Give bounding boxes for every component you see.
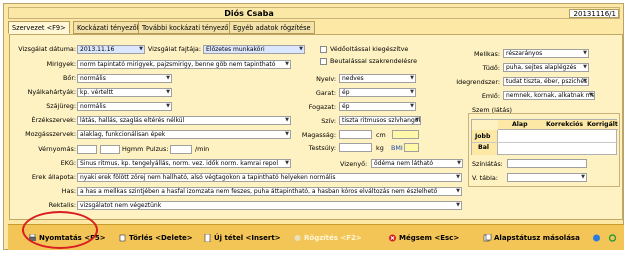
grid-col-alap: Alap xyxy=(512,121,528,128)
vedooltas-checkbox[interactable] xyxy=(320,46,327,53)
exam-date-label: Vizsgálat dátuma: xyxy=(18,45,76,53)
szinlatas-field[interactable] xyxy=(507,159,587,168)
idegrendszer-field[interactable]: tudat tiszta, éber, pszichés xyxy=(503,77,589,86)
emlo-field[interactable]: nemnek, kornak, alkatnak megfelelő xyxy=(503,91,595,100)
copy-base-status-button[interactable]: Alapstátusz másolása xyxy=(483,233,580,242)
magassag-field[interactable] xyxy=(339,130,372,139)
fogazat-label: Fogazat: xyxy=(308,103,336,111)
vtabla-field[interactable] xyxy=(507,173,587,182)
record-id-field: 20131116/1 xyxy=(569,9,619,18)
save-button[interactable]: Rögzítés <F2> xyxy=(293,234,362,242)
fogazat-field[interactable]: ép xyxy=(339,102,416,111)
copy-icon xyxy=(483,233,492,242)
emlo-label: Emlő: xyxy=(481,92,500,100)
mirigyek-field[interactable]: norm tapintató mirigyek, pajzsmirigy, be… xyxy=(77,60,291,69)
new-document-icon xyxy=(203,233,212,243)
szajureg-label: Szájüreg: xyxy=(46,102,76,110)
mozgasszervek-label: Mozgásszervek: xyxy=(25,130,76,138)
help-icon xyxy=(592,234,601,242)
bmi-label: BMI xyxy=(391,144,403,152)
hgmm-unit: Hgmm xyxy=(122,145,144,153)
vtabla-label: V. tábla: xyxy=(472,174,498,182)
per-min-unit: /min xyxy=(195,145,210,153)
save-icon xyxy=(293,234,302,242)
highlight-circle xyxy=(22,211,98,249)
tudo-field[interactable]: puha, sejtes alaplégzés xyxy=(503,63,589,72)
nyelv-field[interactable]: nedves xyxy=(339,74,416,83)
rektalis-field[interactable]: vizsgálatot nem végeztünk xyxy=(77,201,462,210)
testsuly-label: Testsúly: xyxy=(308,144,336,152)
pulzus-field[interactable] xyxy=(170,145,192,154)
beutalas-label: Beutalással szakrendelésre xyxy=(330,57,418,65)
help-button[interactable] xyxy=(592,234,603,242)
delete-button[interactable]: Törlés <Delete> xyxy=(118,234,193,242)
garat-field[interactable]: ép xyxy=(339,88,416,97)
szinlatas-label: Színlátás: xyxy=(472,160,503,168)
tab-tovabbi-kockazati[interactable]: További kockázati tényezők xyxy=(138,21,237,34)
grid-row-bal: Bal xyxy=(478,144,490,151)
szajureg-field[interactable]: normális xyxy=(77,102,172,111)
rektalis-label: Rektalis: xyxy=(48,201,76,209)
tab-egyeb-adatok[interactable]: Egyéb adatok rögzítése xyxy=(229,21,315,34)
erek-field[interactable]: nyaki erek fölött zörej nem hallható, al… xyxy=(77,173,462,182)
sziv-field[interactable]: tiszta ritmusos szívhangok xyxy=(339,116,421,125)
ekg-field[interactable]: Sinus ritmus, kp. tengelyállás, norm. ve… xyxy=(77,159,291,168)
erzekszervek-field[interactable]: látás, hallás, szaglás eltérés nélkül xyxy=(77,116,291,125)
refresh-icon xyxy=(608,234,617,242)
bor-field[interactable]: normális xyxy=(77,74,172,83)
ekg-label: EKG: xyxy=(60,159,76,167)
has-field[interactable]: a has a mellkas szintjében a hasfal izom… xyxy=(77,187,462,196)
exam-type-label: Vizsgálat fajtája: xyxy=(147,45,201,53)
eye-grid: Alap Korrekciós Korrigált Jobb Bal xyxy=(471,119,618,155)
vizenyo-field[interactable]: ödéma nem látható xyxy=(371,159,463,168)
cancel-button[interactable]: Mégsem <Esc> xyxy=(388,234,459,242)
exam-type-field[interactable]: Előzetes munkaköri xyxy=(203,45,305,54)
vernyomas-sys-field[interactable] xyxy=(77,145,97,154)
grid-col-korrekcios: Korrekciós xyxy=(546,121,584,128)
nyalkahartyak-field[interactable]: kp. vérteltt xyxy=(77,88,172,97)
new-item-button[interactable]: Új tétel <Insert> xyxy=(203,233,281,243)
garat-label: Garat: xyxy=(315,89,336,97)
grid-col-korrigalt: Korrigált xyxy=(587,121,618,128)
has-label: Has: xyxy=(61,187,76,195)
refresh-button[interactable] xyxy=(608,234,619,242)
delete-icon xyxy=(118,234,127,242)
kg-unit: kg xyxy=(376,144,384,152)
sziv-label: Szív: xyxy=(321,117,336,125)
mellkas-field[interactable]: részarányos xyxy=(503,49,589,58)
mozgasszervek-field[interactable]: alaklag, funkcionálisan épek xyxy=(77,130,291,139)
title-bar: Diós Csaba 20131116/1 xyxy=(8,7,620,19)
vernyomas-label: Vérnyomás: xyxy=(38,145,76,153)
erek-label: Erek állapota: xyxy=(31,173,76,181)
cm-unit: cm xyxy=(376,131,386,139)
magassag-extra-field[interactable] xyxy=(392,130,419,139)
vedooltas-label: Védőoltással kiegészítve xyxy=(330,45,409,53)
tudo-label: Tüdő: xyxy=(482,64,500,72)
vizenyo-label: Vizenyő: xyxy=(340,160,368,168)
pulzus-label: Pulzus: xyxy=(146,145,169,153)
grid-row-jobb: Jobb xyxy=(475,133,491,140)
mirigyek-label: Mirigyek: xyxy=(46,60,76,68)
nyalkahartyak-label: Nyálkahártyák: xyxy=(27,88,76,96)
cancel-icon xyxy=(388,234,397,242)
idegrendszer-label: Idegrendszer: xyxy=(456,78,500,86)
beutalas-checkbox[interactable] xyxy=(320,58,327,65)
vernyomas-dia-field[interactable] xyxy=(100,145,120,154)
window: Diós Csaba 20131116/1 Szervezet <F9> Koc… xyxy=(3,3,624,250)
bmi-field[interactable] xyxy=(404,143,419,152)
tab-szervezet[interactable]: Szervezet <F9> xyxy=(8,21,70,34)
testsuly-field[interactable] xyxy=(339,143,372,152)
exam-panel: Vizsgálat dátuma: 2013.11.16 Vizsgálat f… xyxy=(9,34,623,220)
mellkas-label: Mellkas: xyxy=(474,50,500,58)
erzekszervek-label: Érzékszervek: xyxy=(31,116,76,124)
magassag-label: Magasság: xyxy=(301,131,336,139)
bor-label: Bőr: xyxy=(63,74,76,82)
exam-date-field[interactable]: 2013.11.16 xyxy=(77,45,145,54)
window-title: Diós Csaba xyxy=(224,9,274,18)
nyelv-label: Nyelv: xyxy=(316,75,336,83)
toolbar: Nyomtatás <F5> Törlés <Delete> Új tétel … xyxy=(8,224,624,250)
tab-kockazati[interactable]: Kockázati tényezők xyxy=(73,21,145,34)
